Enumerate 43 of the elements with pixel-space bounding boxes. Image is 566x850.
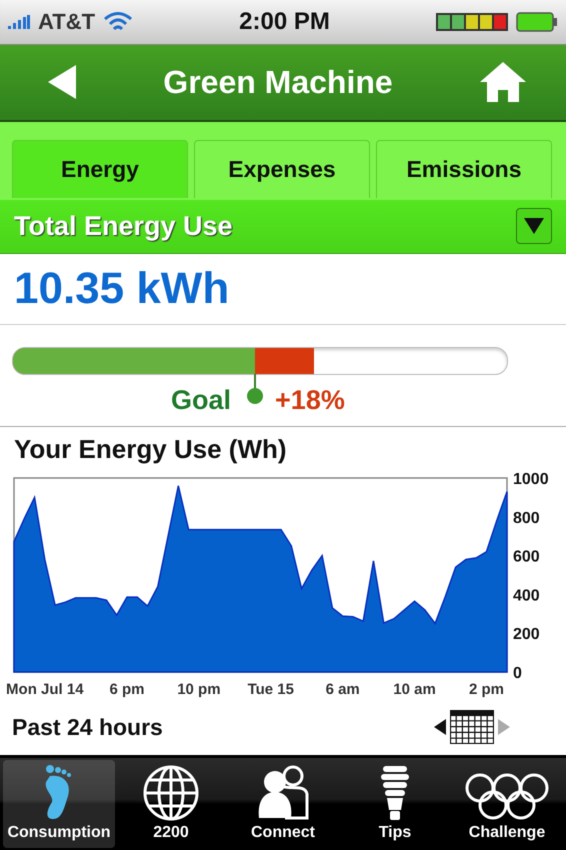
y-tick-label: 1000 xyxy=(513,472,549,488)
goal-marker xyxy=(245,371,266,406)
goal-label: Goal xyxy=(171,385,232,416)
y-tick-label: 200 xyxy=(513,626,540,643)
x-tick-label: 10 am xyxy=(393,680,436,698)
clock-time: 2:00 PM xyxy=(238,8,331,36)
time-range-label: Past 24 hours xyxy=(12,714,163,741)
energy-level-icon xyxy=(436,12,508,31)
y-tick-label: 800 xyxy=(513,509,540,526)
tab-bar-item[interactable]: 2200 xyxy=(115,760,227,848)
signal-icon xyxy=(8,14,30,29)
calendar-button[interactable] xyxy=(450,710,494,744)
x-tick-label: 2 pm xyxy=(468,680,504,698)
previous-button[interactable] xyxy=(434,719,446,736)
x-tick-label: 6 am xyxy=(326,680,360,698)
over-goal-percent: +18% xyxy=(275,385,345,416)
battery-icon xyxy=(516,12,558,32)
wifi-icon xyxy=(103,10,134,33)
home-button[interactable] xyxy=(480,62,526,102)
tab[interactable]: Expenses xyxy=(194,140,370,198)
globe-icon xyxy=(141,764,201,822)
y-tick-label: 0 xyxy=(513,664,522,682)
tab[interactable]: Emissions xyxy=(376,140,552,198)
chart-title: Your Energy Use (Wh) xyxy=(14,434,287,465)
caret-icon xyxy=(524,218,544,234)
carrier-name: AT&T xyxy=(38,8,96,35)
y-tick-label: 600 xyxy=(513,548,540,566)
section-title: Total Energy Use xyxy=(14,210,233,242)
tab-bar-item[interactable]: Tips xyxy=(339,760,451,848)
x-tick-label: 10 pm xyxy=(177,680,221,698)
app-title: Green Machine xyxy=(163,64,393,101)
total-energy-value: 10.35 kWh xyxy=(14,264,230,314)
back-button[interactable] xyxy=(48,65,76,100)
x-tick-label: 6 pm xyxy=(109,680,144,698)
tab-bar-item[interactable]: Connect xyxy=(227,760,339,848)
tab-bar-item[interactable]: Challenge xyxy=(451,760,563,848)
y-tick-label: 400 xyxy=(513,586,540,604)
dropdown-button[interactable] xyxy=(516,208,552,244)
x-tick-label: Mon Jul 14 xyxy=(6,680,84,698)
tab-bar-item[interactable]: Consumption xyxy=(3,760,115,848)
x-tick-label: Tue 15 xyxy=(248,680,294,698)
tab[interactable]: Energy xyxy=(12,140,188,198)
rings-icon xyxy=(464,772,550,822)
